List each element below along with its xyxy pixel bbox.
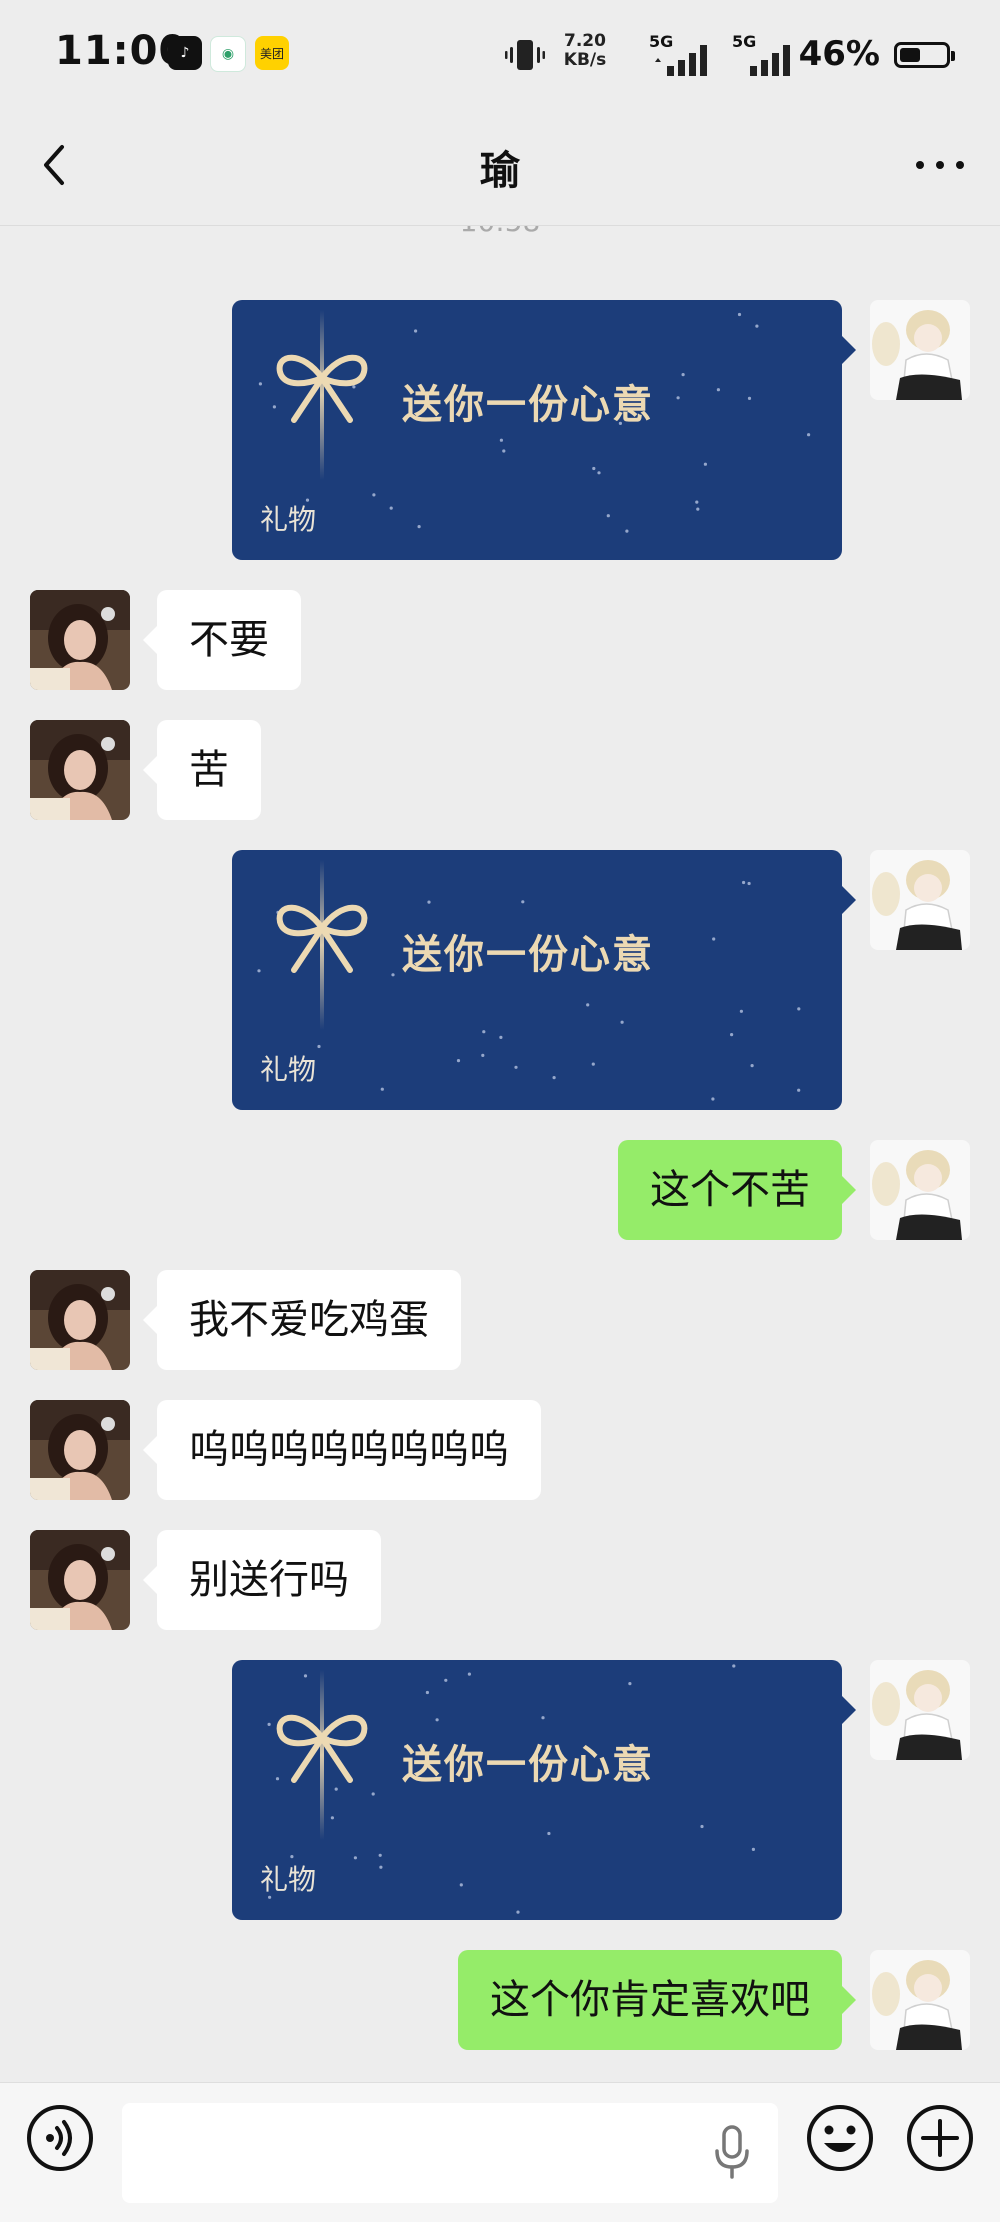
speed-value: 7.20	[564, 31, 606, 51]
sent-bubble[interactable]: 这个你肯定喜欢吧	[458, 1950, 856, 2050]
tiktok-icon: ♪	[168, 36, 202, 70]
gift-label: 礼物	[260, 503, 317, 536]
contact-avatar[interactable]	[30, 1270, 130, 1370]
gift-title: 送你一份心意	[402, 1742, 654, 1788]
status-bar: 11:00 ♪ ◉ 美团 7.20 KB/s 5G 5G 46%	[0, 0, 1000, 105]
voice-icon[interactable]	[25, 2103, 95, 2173]
signal-5g-1: 5G	[649, 32, 717, 78]
sent-bubble[interactable]: 这个不苦	[618, 1140, 856, 1240]
contact-avatar[interactable]	[30, 1400, 130, 1500]
received-bubble[interactable]: 呜呜呜呜呜呜呜呜	[143, 1400, 541, 1500]
signal-5g-2: 5G	[732, 32, 800, 78]
gift-title: 送你一份心意	[402, 382, 654, 428]
contact-avatar[interactable]	[30, 1530, 130, 1630]
input-bar	[0, 2082, 1000, 2222]
gift-bow-icon	[276, 1670, 368, 1840]
mic-icon[interactable]	[712, 2123, 752, 2183]
meituan-icon: 美团	[255, 36, 289, 70]
signal-bars-2-icon	[750, 45, 790, 76]
gift-label: 礼物	[260, 1053, 317, 1086]
battery-icon	[894, 42, 955, 68]
emoji-icon[interactable]	[805, 2103, 875, 2173]
received-bubble[interactable]: 别送行吗	[143, 1530, 381, 1630]
my-avatar[interactable]	[870, 1140, 970, 1240]
gift-card[interactable]: 送你一份心意礼物	[232, 1660, 856, 1920]
my-avatar[interactable]	[870, 300, 970, 400]
green-app-icon: ◉	[210, 36, 246, 72]
gift-bow-icon	[276, 860, 368, 1030]
gift-card[interactable]: 送你一份心意礼物	[232, 300, 856, 560]
vibrate-icon	[505, 40, 545, 70]
my-avatar[interactable]	[870, 1660, 970, 1760]
signal-bars-1-icon	[655, 45, 707, 76]
gift-card[interactable]: 送你一份心意礼物	[232, 850, 856, 1110]
plus-icon[interactable]	[905, 2103, 975, 2173]
my-avatar[interactable]	[870, 1950, 970, 2050]
received-bubble[interactable]: 我不爱吃鸡蛋	[143, 1270, 461, 1370]
gift-bow-icon	[276, 310, 368, 480]
contact-avatar[interactable]	[30, 590, 130, 690]
gift-label: 礼物	[260, 1863, 317, 1896]
battery-fill	[900, 48, 921, 62]
network-speed: 7.20 KB/s	[550, 32, 620, 70]
message-input[interactable]	[122, 2103, 778, 2203]
more-dots-icon[interactable]	[910, 145, 970, 185]
nav-bar: 瑜	[0, 105, 1000, 226]
chat-title: 瑜	[480, 148, 520, 194]
received-bubble[interactable]: 苦	[143, 720, 261, 820]
gift-title: 送你一份心意	[402, 932, 654, 978]
my-avatar[interactable]	[870, 850, 970, 950]
speed-unit: KB/s	[563, 50, 607, 70]
status-indicators: 7.20 KB/s 5G 5G 46%	[390, 30, 955, 80]
contact-avatar[interactable]	[30, 720, 130, 820]
chat-screen: 11:00 ♪ ◉ 美团 7.20 KB/s 5G 5G 46% 瑜 送你一份心…	[0, 0, 1000, 2222]
battery-percent: 46%	[798, 34, 880, 74]
received-bubble[interactable]: 不要	[143, 590, 301, 690]
